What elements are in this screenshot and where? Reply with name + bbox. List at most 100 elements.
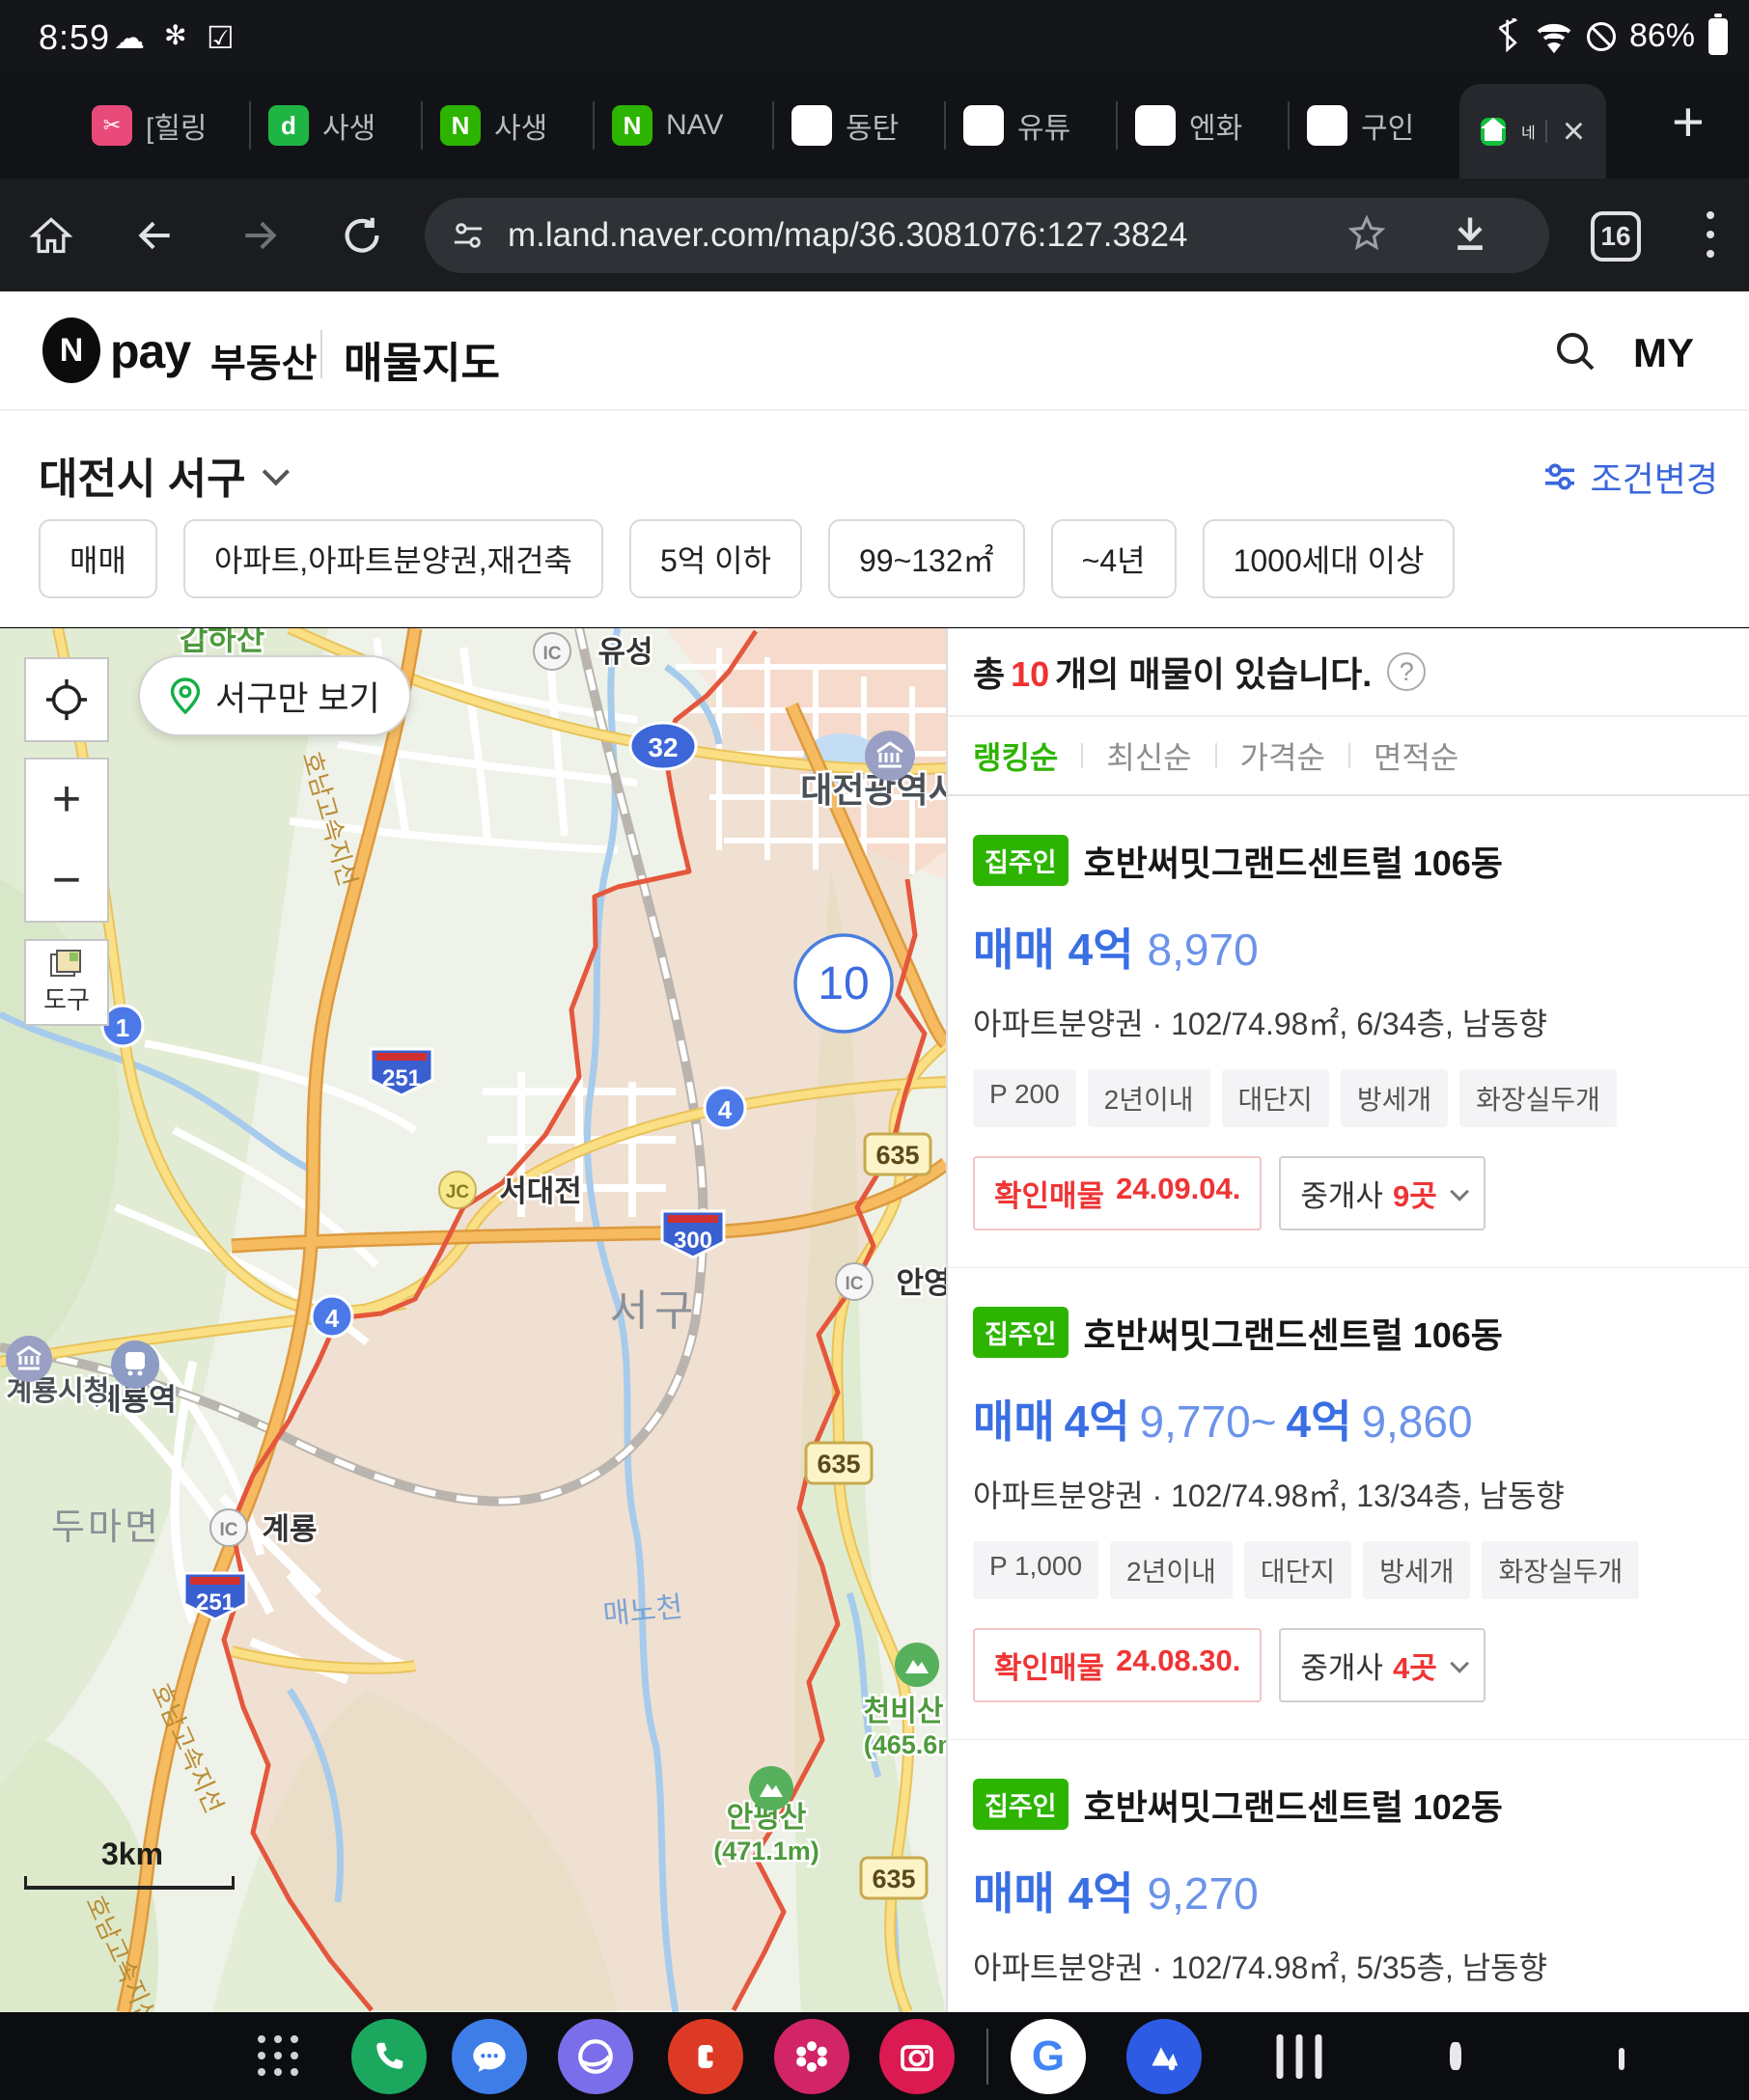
zoom-in-button[interactable]: + <box>24 758 109 841</box>
new-tab-button[interactable]: + <box>1672 90 1705 154</box>
phone-app-icon[interactable] <box>351 2019 427 2094</box>
region-selector[interactable]: 대전시 서구 <box>39 444 283 506</box>
tab-favicon: d <box>268 105 309 146</box>
url-text[interactable]: m.land.naver.com/map/36.3081076:127.3824 <box>508 216 1187 255</box>
tag: 2년이내 <box>1110 1541 1233 1599</box>
tab-daum[interactable]: d 사생 <box>259 72 385 179</box>
naver-land-app-icon[interactable] <box>1126 2019 1202 2094</box>
download-icon[interactable] <box>1449 212 1491 260</box>
tab-close-icon[interactable]: × <box>1563 112 1585 151</box>
naver-pay-header: N pay 부동산 매물지도 MY <box>0 291 1749 411</box>
home-button-nav[interactable] <box>1450 2048 1461 2065</box>
chip-property-type[interactable]: 아파트,아파트분양권,재건축 <box>183 519 603 598</box>
tab-healing[interactable]: ✂ [힐링 <box>82 72 217 179</box>
chip-age[interactable]: ~4년 <box>1051 519 1177 598</box>
refresh-button[interactable] <box>328 179 396 291</box>
owner-badge: 집주인 <box>973 1307 1069 1358</box>
chevron-down-icon <box>1450 1653 1469 1672</box>
map[interactable]: 갑하산 (468.7m) 유성 대전광역시 서대전 안영 계룡 계룡역 계룡시청… <box>0 628 946 2012</box>
route-shield-4: 4 <box>325 1304 340 1333</box>
map-canvas[interactable]: 갑하산 (468.7m) 유성 대전광역시 서대전 안영 계룡 계룡역 계룡시청… <box>0 628 946 2012</box>
owner-badge: 집주인 <box>973 835 1069 886</box>
naver-logo-icon[interactable]: N <box>42 318 100 383</box>
tab-separator <box>1116 101 1118 150</box>
listing-info: 아파트분양권 · 102/74.98㎡, 5/35층, 남동향 <box>973 1944 1724 1988</box>
my-location-button[interactable] <box>24 657 109 742</box>
search-icon[interactable] <box>1552 328 1598 379</box>
android-taskbar: G <box>0 2012 1749 2100</box>
listing-card[interactable]: 집주인 호반써밋그랜드센트럴 106동 매매 4억 8,970 아파트분양권 ·… <box>948 796 1749 1268</box>
tab-separator <box>249 101 251 150</box>
help-icon[interactable]: ? <box>1387 652 1426 691</box>
listing-panel: 총10개의 매물이 있습니다. ? 랭킹순 최신순 가격순 면적순 집주인 호반… <box>946 628 1749 2012</box>
tab-google-3[interactable]: G 엔화 <box>1125 72 1252 179</box>
map-label-ic-gyeryong: 계룡 <box>262 1512 317 1546</box>
battery-icon <box>1708 18 1728 55</box>
agents-dropdown-button[interactable]: 중개사 9곳 <box>1279 1156 1485 1230</box>
map-label-daejeon-city: 대전광역시 <box>800 770 946 810</box>
agents-dropdown-button[interactable]: 중개사 4곳 <box>1279 1628 1485 1702</box>
ic-badge: IC <box>543 644 562 664</box>
confirmed-listing-button[interactable]: 확인매물24.09.04. <box>973 1156 1262 1230</box>
chip-price[interactable]: 5억 이하 <box>629 519 802 598</box>
zoom-out-button[interactable]: − <box>24 839 109 923</box>
chip-trade-type[interactable]: 매매 <box>39 519 157 598</box>
view-district-only-button[interactable]: 서구만 보기 <box>138 655 411 736</box>
tag: 2년이내 <box>1088 1069 1210 1127</box>
tab-naver-1[interactable]: N 사생 <box>430 72 557 179</box>
tab-separator <box>944 101 946 150</box>
url-bar[interactable]: m.land.naver.com/map/36.3081076:127.3824 <box>425 198 1549 273</box>
tab-google-1[interactable]: G 동탄 <box>782 72 908 179</box>
route-shield-4: 4 <box>718 1095 733 1124</box>
camera-app-icon[interactable] <box>879 2019 955 2094</box>
back-button[interactable] <box>122 179 189 291</box>
bookmark-star-icon[interactable] <box>1346 213 1387 259</box>
chip-area[interactable]: 99~132㎡ <box>828 519 1025 598</box>
real-estate-section-label[interactable]: 부동산 <box>210 332 317 388</box>
tab-google-4[interactable]: G 구인 <box>1297 72 1424 179</box>
tab-favicon: N <box>440 105 481 146</box>
map-tools-button[interactable]: 도구 <box>24 939 109 1026</box>
google-app-icon[interactable]: G <box>1011 2019 1086 2094</box>
map-label-cheonbisan: 천비산 <box>864 1696 944 1727</box>
my-menu-button[interactable]: MY <box>1633 330 1694 376</box>
listing-card[interactable]: 집주인 호반써밋그랜드센트럴 102동 매매 4억 9,270 아파트분양권 ·… <box>948 1740 1749 2012</box>
change-conditions-button[interactable]: 조건변경 <box>1541 452 1718 502</box>
region-label[interactable]: 대전시 서구 <box>39 444 246 506</box>
sort-newest[interactable]: 최신순 <box>1106 733 1191 778</box>
header-divider <box>320 330 322 378</box>
site-settings-icon[interactable] <box>452 219 485 252</box>
tab-naver-2[interactable]: N NAV <box>602 72 733 179</box>
tab-separator <box>593 101 595 150</box>
tab-favicon: G <box>963 105 1004 146</box>
page-title: 매물지도 <box>344 328 500 390</box>
bluetooth-icon <box>1496 18 1521 55</box>
browser-menu-icon[interactable] <box>1707 211 1714 219</box>
result-count: 10 <box>1011 654 1049 694</box>
tab-switcher-button[interactable]: 16 <box>1591 211 1641 262</box>
sort-ranking[interactable]: 랭킹순 <box>973 733 1058 778</box>
route-shield-635: 635 <box>817 1450 860 1478</box>
gallery-flower-app-icon[interactable] <box>774 2019 849 2094</box>
map-label-seogu: 서구 <box>610 1287 700 1335</box>
chip-households[interactable]: 1000세대 이상 <box>1203 519 1456 598</box>
listing-card[interactable]: 집주인 호반써밋그랜드센트럴 106동 매매 4억 9,770~ 4억 9,86… <box>948 1268 1749 1740</box>
result-summary: 총10개의 매물이 있습니다. ? <box>948 628 1749 717</box>
confirmed-listing-button[interactable]: 확인매물24.08.30. <box>973 1628 1262 1702</box>
listing-title: 호반써밋그랜드센트럴 106동 <box>1084 836 1503 886</box>
sort-area[interactable]: 면적순 <box>1374 733 1458 778</box>
recents-button[interactable] <box>1277 2034 1322 2079</box>
route-shield-251: 251 <box>196 1589 235 1616</box>
forward-button[interactable] <box>226 179 293 291</box>
app-drawer-icon[interactable] <box>258 2035 300 2078</box>
red-app-icon[interactable] <box>668 2019 743 2094</box>
messages-app-icon[interactable] <box>452 2019 527 2094</box>
home-button[interactable] <box>17 179 85 291</box>
back-button-nav[interactable] <box>1619 2048 1624 2065</box>
naver-pay-logo[interactable]: pay <box>110 323 190 379</box>
tab-google-2[interactable]: G 유튜 <box>954 72 1080 179</box>
tab-naver-land-active[interactable]: 네 × <box>1459 84 1606 179</box>
samsung-internet-app-icon[interactable] <box>558 2019 633 2094</box>
listing-cluster-marker[interactable]: 10 <box>795 935 892 1032</box>
sort-price[interactable]: 가격순 <box>1240 733 1325 778</box>
